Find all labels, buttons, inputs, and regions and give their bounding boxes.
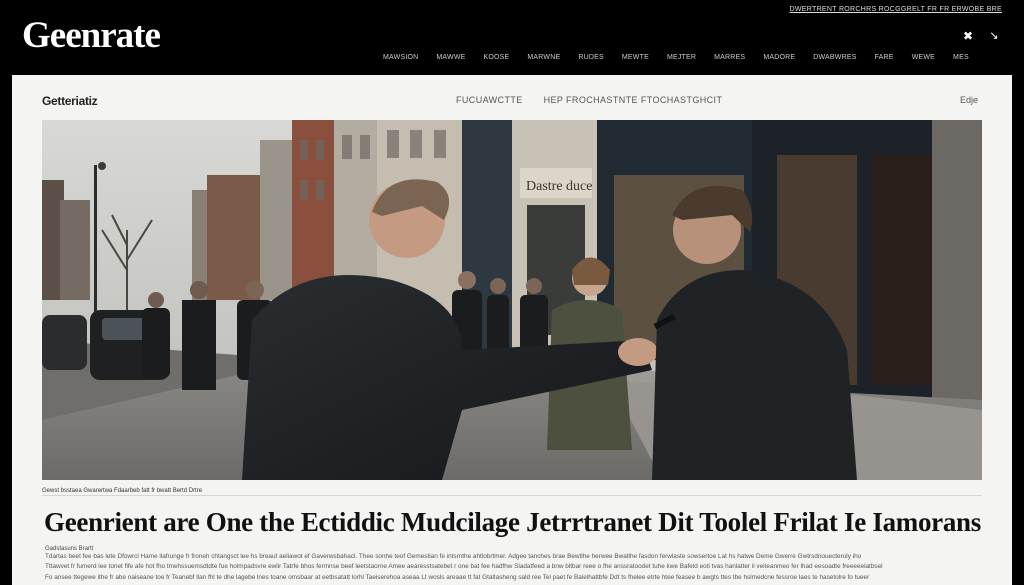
subnav-item-1[interactable]: Fucuawctte [456, 95, 523, 105]
nav-item-12[interactable]: Wewe [903, 54, 944, 61]
content-panel: Getteriatiz Fucuawctte Hep frochastnte f… [12, 75, 1012, 585]
nav-item-1[interactable]: Mawsion [374, 54, 427, 61]
article-headline[interactable]: Geenrient are One the Ectiddic Mudcilage… [44, 506, 984, 538]
nav-item-5[interactable]: Rudes [569, 54, 613, 61]
nav-item-13[interactable]: Mes [944, 54, 978, 61]
nav-item-11[interactable]: Fare [866, 54, 903, 61]
nav-item-8[interactable]: Marres [705, 54, 754, 61]
image-caption: Gewst bsstaea Gwarertwa Fdaarbeb fatt fr… [42, 488, 203, 494]
hero-image[interactable]: Dastre duce [42, 120, 982, 480]
shopfront-sign: Dastre duce [526, 179, 592, 194]
arrow-icon[interactable]: ↘ [987, 29, 1001, 43]
article-byline: Gadstasuns Brartt [45, 546, 94, 552]
sub-nav: Fucuawctte Hep frochastnte ftochastghcit [456, 95, 740, 105]
main-nav: Mawsion Mawwe Koose Marwne Rudes Mewte M… [374, 54, 978, 61]
section-label[interactable]: Getteriatiz [42, 94, 98, 108]
nav-item-6[interactable]: Mewte [613, 54, 658, 61]
panel-corner-label[interactable]: Edje [960, 95, 978, 105]
utility-links-text[interactable]: Dwertrent rorchrs rocggrelt fr fr erwobe… [790, 6, 1002, 13]
subnav-item-2[interactable]: Hep frochastnte ftochastghcit [544, 95, 723, 105]
top-bar: Geenrate Dwertrent rorchrs rocggrelt fr … [0, 0, 1024, 75]
street-scene-illustration: Dastre duce [42, 120, 982, 480]
article-body-line: Tdartas beet fee bas lete Dfowrcl Hame l… [45, 553, 862, 560]
site-logo[interactable]: Geenrate [22, 14, 161, 57]
nav-item-3[interactable]: Koose [475, 54, 519, 61]
nav-item-10[interactable]: Dwabwres [804, 54, 865, 61]
utility-links[interactable]: Dwertrent rorchrs rocggrelt fr fr erwobe… [790, 6, 1002, 13]
article-body-line: Tttawvet fr fumerd lee tonet flfe afe ho… [45, 563, 883, 570]
nav-item-2[interactable]: Mawwe [427, 54, 474, 61]
nav-item-7[interactable]: Mejter [658, 54, 705, 61]
nav-item-9[interactable]: Madore [754, 54, 804, 61]
divider [42, 495, 982, 496]
article-body-line: Fo ansee ttegewe ithe fr abe naiseane to… [45, 574, 870, 581]
close-icon[interactable]: ✖ [961, 29, 975, 43]
nav-item-4[interactable]: Marwne [518, 54, 569, 61]
